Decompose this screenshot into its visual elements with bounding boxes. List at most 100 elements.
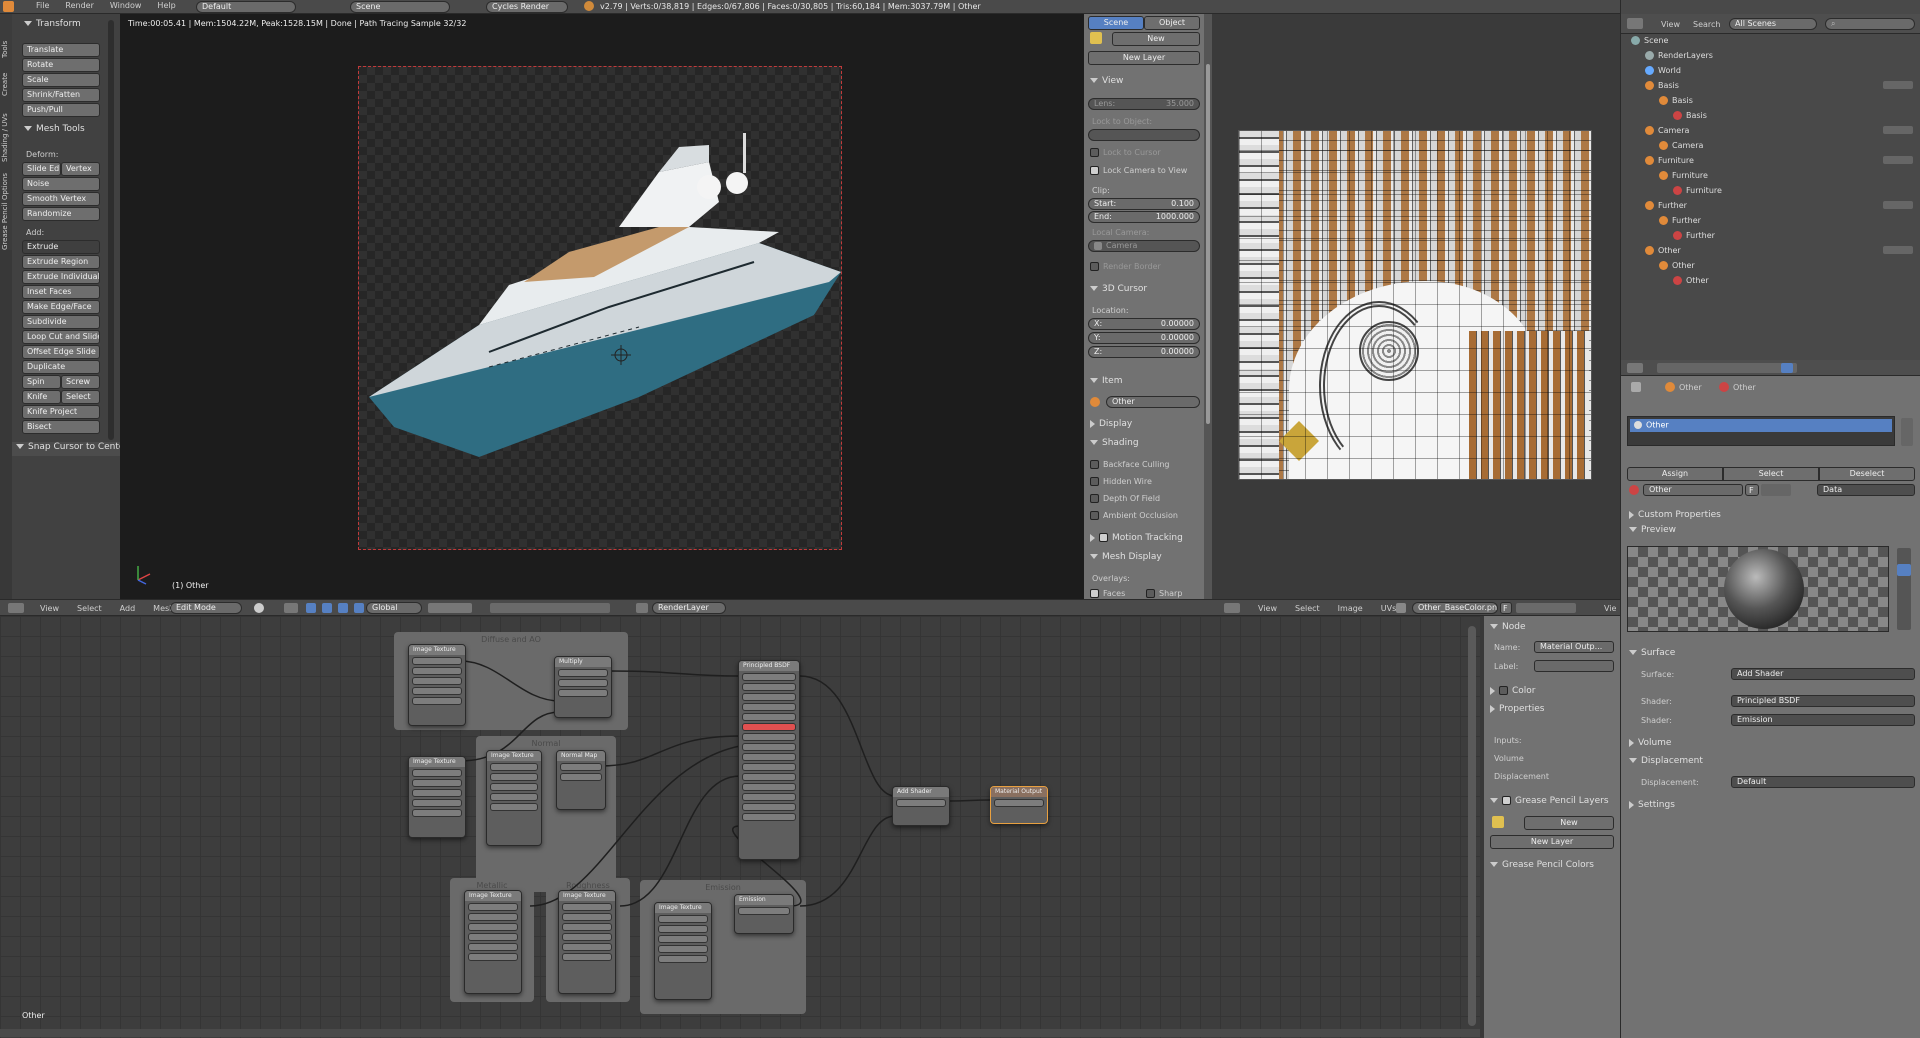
local-camera-field[interactable]: Camera: [1088, 240, 1200, 252]
menu-help[interactable]: Help: [157, 1, 175, 10]
grease-pencil-icon[interactable]: [1090, 32, 1102, 44]
render-engine-select[interactable]: Cycles Render: [486, 1, 568, 13]
grease-pencil-layers-header[interactable]: Grease Pencil Layers: [1490, 796, 1609, 806]
3d-viewport[interactable]: Time:00:05.41 | Mem:1504.22M, Peak:1528.…: [120, 14, 1084, 599]
outliner-row[interactable]: Other: [1659, 261, 1695, 270]
outliner-search-input[interactable]: ⌕: [1825, 18, 1915, 30]
item-name-field[interactable]: Other: [1106, 396, 1200, 408]
smooth-vertex-button[interactable]: Smooth Vertex: [22, 192, 100, 206]
assign-button[interactable]: Assign: [1627, 467, 1723, 481]
cursor-y-field[interactable]: Y: 0.00000: [1088, 332, 1200, 344]
node-emission[interactable]: Emission: [734, 894, 794, 934]
node-image-texture-ao[interactable]: Image Texture: [408, 756, 466, 838]
preview-header[interactable]: Preview: [1629, 525, 1676, 535]
menu-render[interactable]: Render: [65, 1, 93, 10]
preview-type-icons[interactable]: [1897, 548, 1911, 630]
surface-header[interactable]: Surface: [1629, 648, 1675, 658]
menu-window[interactable]: Window: [110, 1, 142, 10]
menu-file[interactable]: File: [36, 1, 49, 10]
rotate-manipulator-icon[interactable]: [338, 603, 348, 613]
outliner-row[interactable]: Basis: [1673, 111, 1707, 120]
displacement-select[interactable]: Default: [1731, 776, 1915, 788]
image-fake-user-button[interactable]: F: [1500, 602, 1512, 614]
scale-manipulator-icon[interactable]: [354, 603, 364, 613]
visibility-eye-icon[interactable]: [1883, 246, 1913, 254]
preview-sphere-icon[interactable]: [1897, 564, 1911, 576]
bisect-button[interactable]: Bisect: [22, 420, 100, 434]
extrude-region-button[interactable]: Extrude Region: [22, 255, 100, 269]
node-panel-header[interactable]: Node: [1490, 622, 1526, 632]
screw-button[interactable]: Screw: [61, 375, 100, 389]
visibility-eye-icon[interactable]: [1883, 81, 1913, 89]
snap-cursor-operator-panel[interactable]: Snap Cursor to Center: [12, 442, 128, 456]
lock-to-cursor-toggle[interactable]: Lock to Cursor: [1090, 148, 1161, 157]
image-action-icons[interactable]: [1516, 603, 1576, 613]
node-name-field[interactable]: Material Outp...: [1534, 641, 1614, 653]
outliner-row[interactable]: World: [1645, 66, 1681, 75]
outliner-row[interactable]: Further: [1659, 216, 1701, 225]
outliner-row[interactable]: Basis: [1645, 81, 1679, 90]
shading-header[interactable]: Shading: [1090, 438, 1139, 448]
outliner-menu-search[interactable]: Search: [1693, 20, 1720, 29]
slide-edge-button[interactable]: Slide Ed: [22, 162, 61, 176]
shading-mode-icon[interactable]: [254, 603, 264, 613]
node-image-texture-roughness[interactable]: Image Texture: [558, 890, 616, 994]
grease-pencil-colors-header[interactable]: Grease Pencil Colors: [1490, 860, 1594, 870]
tab-tools[interactable]: Tools: [1, 18, 9, 58]
material-action-icons[interactable]: [1761, 484, 1791, 496]
uv-editor-type-icon[interactable]: [1224, 603, 1240, 613]
offset-edge-slide-button[interactable]: Offset Edge Slide: [22, 345, 100, 359]
ambient-occlusion-toggle[interactable]: Ambient Occlusion: [1090, 511, 1178, 520]
uv-menu-uvs[interactable]: UVs: [1381, 604, 1397, 613]
select-button[interactable]: Select: [1723, 467, 1819, 481]
node-material-output[interactable]: Material Output: [990, 786, 1048, 824]
material-slot-row[interactable]: Other: [1630, 419, 1892, 432]
node-grease-new-button[interactable]: New: [1524, 816, 1614, 830]
tab-scene[interactable]: Scene: [1088, 16, 1144, 30]
backface-culling-toggle[interactable]: Backface Culling: [1090, 460, 1169, 469]
tab-grease-pencil[interactable]: Grease Pencil: [1, 203, 9, 250]
shader-2-select[interactable]: Emission: [1731, 714, 1915, 726]
node-normal-map[interactable]: Normal Map: [556, 750, 606, 810]
knife-project-button[interactable]: Knife Project: [22, 405, 100, 419]
sharp-toggle[interactable]: Sharp: [1146, 589, 1182, 598]
knife-select-button[interactable]: Select: [61, 390, 100, 404]
node-image-texture-emission[interactable]: Image Texture: [654, 902, 712, 1000]
outliner-row[interactable]: Furniture: [1645, 156, 1694, 165]
outliner-row[interactable]: Basis: [1659, 96, 1693, 105]
spin-button[interactable]: Spin: [22, 375, 61, 389]
mesh-display-header[interactable]: Mesh Display: [1090, 552, 1162, 562]
node-label-field[interactable]: [1534, 660, 1614, 672]
tab-shading-uvs[interactable]: Shading / UVs: [1, 102, 9, 162]
clip-start-field[interactable]: Start: 0.100: [1088, 198, 1200, 210]
lock-object-field[interactable]: [1088, 129, 1200, 141]
node-editor-h-scrollbar[interactable]: [0, 1029, 1480, 1037]
outliner-row[interactable]: Furniture: [1659, 171, 1708, 180]
noise-button[interactable]: Noise: [22, 177, 100, 191]
scene-field[interactable]: Scene: [350, 1, 450, 13]
tool-shelf-scrollbar[interactable]: [108, 20, 114, 440]
subdivide-button[interactable]: Subdivide: [22, 315, 100, 329]
node-properties-header[interactable]: Properties: [1490, 704, 1544, 714]
node-image-texture-diffuse[interactable]: Image Texture: [408, 644, 466, 726]
properties-context-tabs[interactable]: [1657, 363, 1797, 373]
uv-menu-select[interactable]: Select: [1295, 604, 1320, 613]
translate-manipulator-icon[interactable]: [322, 603, 332, 613]
lens-field[interactable]: Lens: 35.000: [1088, 98, 1200, 110]
material-name-field[interactable]: Other: [1643, 484, 1743, 496]
properties-type-icon[interactable]: [1627, 363, 1643, 373]
shrink-fatten-button[interactable]: Shrink/Fatten: [22, 88, 100, 102]
render-border-toggle[interactable]: Render Border: [1090, 262, 1161, 271]
lock-camera-toggle[interactable]: Lock Camera to View: [1090, 166, 1187, 175]
visibility-eye-icon[interactable]: [1883, 126, 1913, 134]
outliner-row[interactable]: Camera: [1645, 126, 1689, 135]
menu-select[interactable]: Select: [77, 604, 102, 613]
translate-button[interactable]: Translate: [22, 43, 100, 57]
visibility-eye-icon[interactable]: [1883, 156, 1913, 164]
uv-menu-image[interactable]: Image: [1338, 604, 1363, 613]
node-principled-bsdf[interactable]: Principled BSDF: [738, 660, 800, 860]
manipulator-icon[interactable]: [306, 603, 316, 613]
image-browse-icon[interactable]: [1396, 603, 1406, 613]
uv-image-editor[interactable]: [1212, 14, 1620, 599]
snap-and-select-icons[interactable]: [490, 603, 610, 613]
